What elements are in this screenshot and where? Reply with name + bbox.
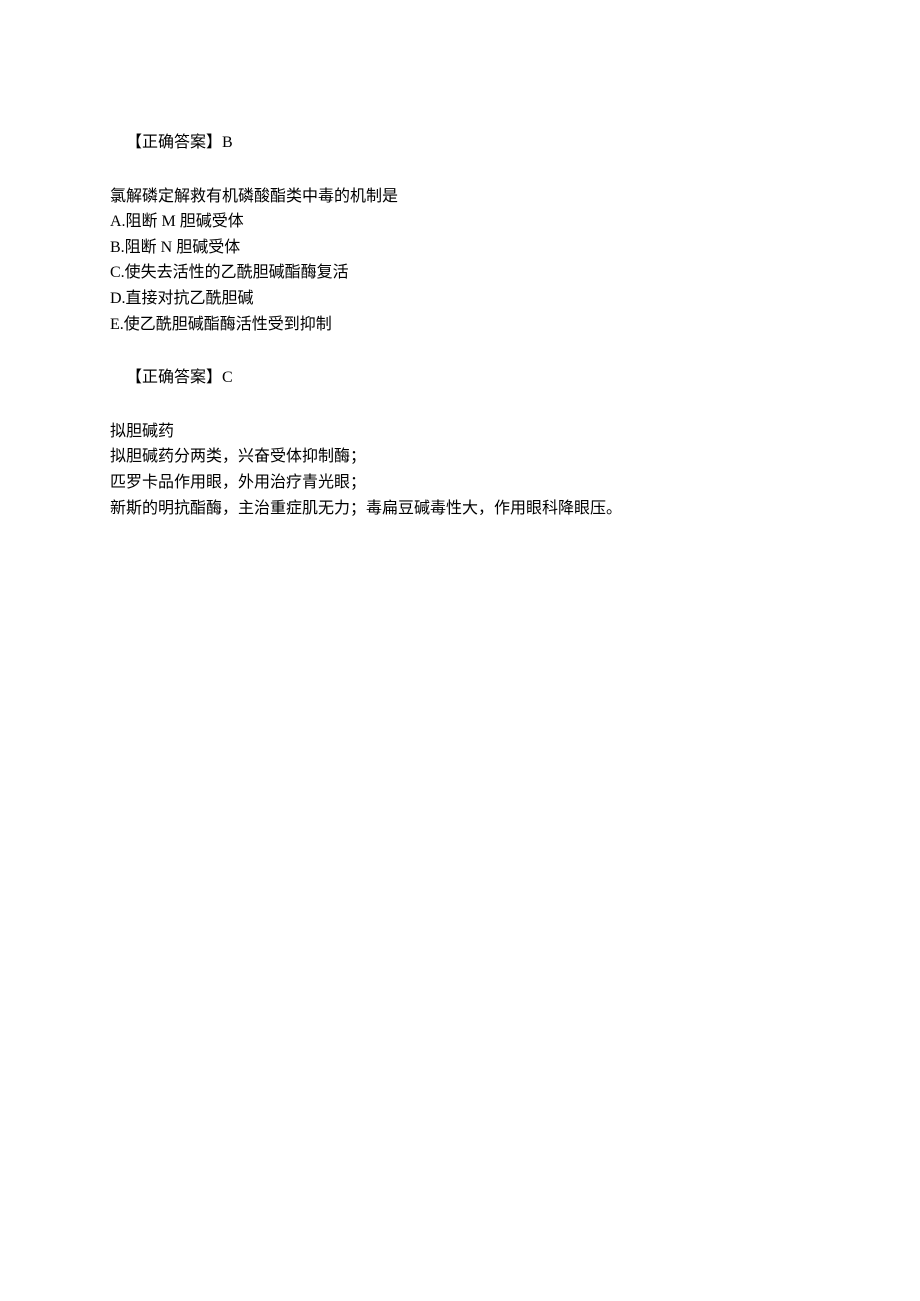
- note-line-1: 拟胆碱药: [110, 419, 810, 445]
- note-line-3: 匹罗卡品作用眼，外用治疗青光眼；: [110, 470, 810, 496]
- note-line-4: 新斯的明抗酯酶，主治重症肌无力；毒扁豆碱毒性大，作用眼科降眼压。: [110, 496, 810, 522]
- notes-section: 拟胆碱药 拟胆碱药分两类，兴奋受体抑制酶； 匹罗卡品作用眼，外用治疗青光眼； 新…: [110, 419, 810, 521]
- note-line-2: 拟胆碱药分两类，兴奋受体抑制酶；: [110, 444, 810, 470]
- answer-label-1: 【正确答案】B: [110, 130, 810, 156]
- question-block: 氯解磷定解救有机磷酸酯类中毒的机制是 A.阻断 M 胆碱受体 B.阻断 N 胆碱…: [110, 184, 810, 338]
- option-e: E.使乙酰胆碱酯酶活性受到抑制: [110, 312, 810, 338]
- answer-label-2: 【正确答案】C: [110, 365, 810, 391]
- option-c: C.使失去活性的乙酰胆碱酯酶复活: [110, 260, 810, 286]
- question-stem: 氯解磷定解救有机磷酸酯类中毒的机制是: [110, 184, 810, 210]
- option-b: B.阻断 N 胆碱受体: [110, 235, 810, 261]
- option-a: A.阻断 M 胆碱受体: [110, 209, 810, 235]
- option-d: D.直接对抗乙酰胆碱: [110, 286, 810, 312]
